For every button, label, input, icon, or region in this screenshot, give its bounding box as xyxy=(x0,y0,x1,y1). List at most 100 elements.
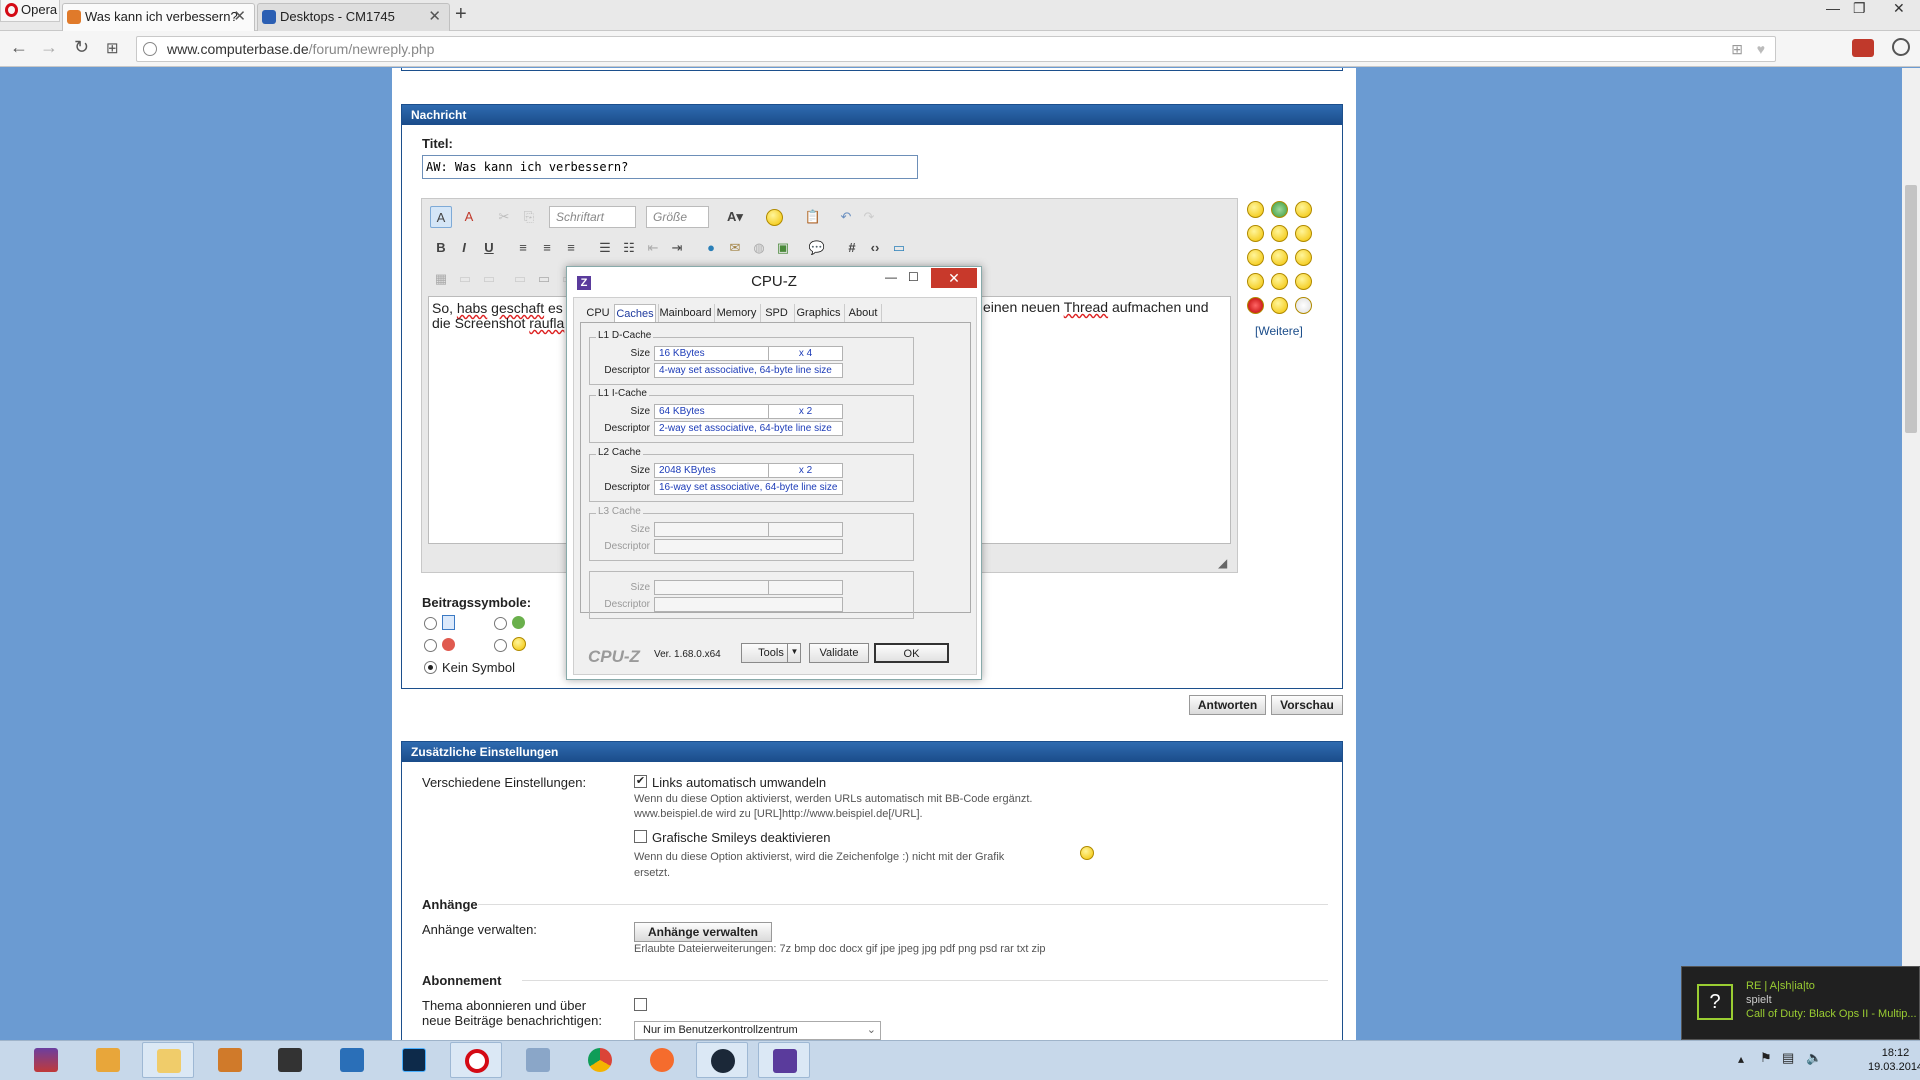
smilie-angry-icon[interactable] xyxy=(1295,273,1312,290)
cpuz-tools-button[interactable]: Tools ▼ xyxy=(741,643,801,663)
smilie-big-smile-icon[interactable] xyxy=(1247,273,1264,290)
close-window-icon[interactable]: ✕ xyxy=(1893,0,1905,17)
smilie-grin-icon[interactable] xyxy=(1271,201,1288,218)
tools-dropdown-icon[interactable]: ▼ xyxy=(787,643,801,663)
url-input[interactable]: www.computerbase.de/forum/newreply.php ⊞… xyxy=(136,36,1776,62)
cpuz-validate-button[interactable]: Validate xyxy=(809,643,869,663)
cpuz-tab-spd[interactable]: SPD xyxy=(760,304,792,322)
paste-icon[interactable]: 📋 xyxy=(798,206,828,228)
close-tab-icon[interactable]: ✕ xyxy=(233,4,246,30)
cpuz-tab-about[interactable]: About xyxy=(844,304,882,322)
hashtag-icon[interactable]: # xyxy=(841,237,863,259)
php-icon[interactable]: ▭ xyxy=(888,237,910,259)
media-icon[interactable]: ▭ xyxy=(478,268,500,290)
smilie-ghost-icon[interactable] xyxy=(1295,297,1312,314)
taskbar-media-player[interactable] xyxy=(326,1042,378,1078)
taskbar-opera[interactable] xyxy=(450,1042,502,1078)
cpuz-tab-graphics[interactable]: Graphics xyxy=(794,304,842,322)
close-tab-icon[interactable]: ✕ xyxy=(428,4,441,30)
taskbar-chrome[interactable] xyxy=(574,1042,626,1078)
attach-icon[interactable]: ▭ xyxy=(509,268,531,290)
taskbar-steam[interactable] xyxy=(696,1042,748,1078)
insert-email-icon[interactable]: ✉ xyxy=(724,237,746,259)
cpuz-tab-memory[interactable]: Memory xyxy=(714,304,758,322)
site-info-icon[interactable] xyxy=(143,42,157,56)
cpuz-maximize-icon[interactable]: ☐ xyxy=(908,270,919,284)
bookmark-heart-icon[interactable]: ♥ xyxy=(1757,37,1765,61)
reader-icon[interactable]: ⊞ xyxy=(1731,37,1743,61)
tray-flag-icon[interactable]: ⚑ xyxy=(1760,1050,1772,1066)
cpuz-tab-mainboard[interactable]: Mainboard xyxy=(658,304,712,322)
spoiler-icon[interactable]: ▭ xyxy=(454,268,476,290)
copy-icon[interactable]: ⎘ xyxy=(518,206,540,228)
italic-icon[interactable]: I xyxy=(453,237,475,259)
insert-smilie-icon[interactable] xyxy=(766,209,783,226)
symbol-radio-question[interactable] xyxy=(494,617,507,630)
redo-icon[interactable]: ↷ xyxy=(858,206,880,228)
taskbar-network-app[interactable] xyxy=(204,1042,256,1078)
unordered-list-icon[interactable]: ☷ xyxy=(618,237,640,259)
titel-input[interactable] xyxy=(422,155,918,179)
taskbar-terminal[interactable] xyxy=(264,1042,316,1078)
symbol-radio-angry[interactable] xyxy=(424,639,437,652)
cpuz-ok-button[interactable]: OK xyxy=(874,643,949,663)
reload-icon[interactable]: ↻ xyxy=(74,37,89,58)
code-icon[interactable]: ‹› xyxy=(864,237,886,259)
taskbar-control-panel[interactable] xyxy=(512,1042,564,1078)
taskbar-folder-app[interactable] xyxy=(82,1042,134,1078)
cpuz-minimize-icon[interactable]: — xyxy=(885,270,897,284)
steam-notification[interactable]: ? RE | A|sh|ia|to spielt Call of Duty: B… xyxy=(1681,966,1920,1040)
taskbar-winrar[interactable] xyxy=(20,1042,72,1078)
smilie-happy-icon[interactable] xyxy=(1295,201,1312,218)
smilie-devil-icon[interactable] xyxy=(1247,297,1264,314)
taskbar-cpuz[interactable] xyxy=(758,1042,810,1078)
taskbar-clock[interactable]: 18:12 19.03.2014 xyxy=(1868,1046,1920,1074)
align-center-icon[interactable]: ≡ xyxy=(536,237,558,259)
font-dropdown[interactable]: Schriftart xyxy=(549,206,636,228)
smilie-sad-icon[interactable] xyxy=(1295,249,1312,266)
scrollbar-thumb[interactable] xyxy=(1905,185,1917,433)
unlink-icon[interactable]: ◍ xyxy=(748,237,770,259)
forward-icon[interactable]: → xyxy=(40,37,58,58)
wysiwyg-toggle-icon[interactable]: A xyxy=(430,206,452,228)
tray-arrow-icon[interactable]: ▴ xyxy=(1738,1052,1744,1066)
vorschau-button[interactable]: Vorschau xyxy=(1271,695,1343,715)
video-icon[interactable]: ▭ xyxy=(533,268,555,290)
smileys-checkbox[interactable] xyxy=(634,830,647,843)
abonnement-checkbox[interactable] xyxy=(634,998,647,1011)
links-checkbox[interactable]: ✔ xyxy=(634,775,647,788)
font-color-icon[interactable]: A▾ xyxy=(720,206,750,228)
table-icon[interactable]: ▦ xyxy=(430,268,452,290)
remove-format-icon[interactable]: A xyxy=(458,206,480,228)
insert-link-icon[interactable]: ● xyxy=(700,237,722,259)
underline-icon[interactable]: U xyxy=(478,237,500,259)
smilie-shock-icon[interactable] xyxy=(1271,297,1288,314)
smilies-more-link[interactable]: [Weitere] xyxy=(1255,324,1303,338)
smilie-confused-icon[interactable] xyxy=(1271,225,1288,242)
align-left-icon[interactable]: ≡ xyxy=(512,237,534,259)
back-icon[interactable]: ← xyxy=(10,37,28,58)
resize-handle-icon[interactable]: ◢ xyxy=(1218,556,1227,570)
new-tab-button[interactable]: + xyxy=(455,3,467,26)
smilie-eyes-icon[interactable] xyxy=(1271,273,1288,290)
size-dropdown[interactable]: Größe xyxy=(646,206,709,228)
indent-icon[interactable]: ⇥ xyxy=(666,237,688,259)
smilie-smile-icon[interactable] xyxy=(1247,201,1264,218)
tray-network-icon[interactable]: ▤ xyxy=(1782,1050,1794,1066)
taskbar-photoshop[interactable] xyxy=(388,1042,440,1078)
antworten-button[interactable]: Antworten xyxy=(1189,695,1266,715)
smilie-laugh-icon[interactable] xyxy=(1247,249,1264,266)
insert-image-icon[interactable]: ▣ xyxy=(772,237,794,259)
cpuz-tab-caches[interactable]: Caches xyxy=(614,304,656,322)
tray-volume-icon[interactable]: 🔈 xyxy=(1806,1050,1822,1066)
speed-dial-icon[interactable]: ⊞ xyxy=(106,39,119,57)
maximize-window-icon[interactable]: ❐ xyxy=(1853,0,1866,17)
symbol-radio-none[interactable] xyxy=(424,661,437,674)
cut-icon[interactable]: ✂ xyxy=(493,206,515,228)
cpuz-close-icon[interactable]: ✕ xyxy=(931,268,977,288)
abonnement-select[interactable]: Nur im Benutzerkontrollzentrum ⌄ xyxy=(634,1021,881,1040)
symbol-radio-smile[interactable] xyxy=(494,639,507,652)
opera-menu-button[interactable]: Opera xyxy=(0,0,60,22)
quote-icon[interactable]: 💬 xyxy=(806,237,828,259)
ordered-list-icon[interactable]: ☰ xyxy=(594,237,616,259)
